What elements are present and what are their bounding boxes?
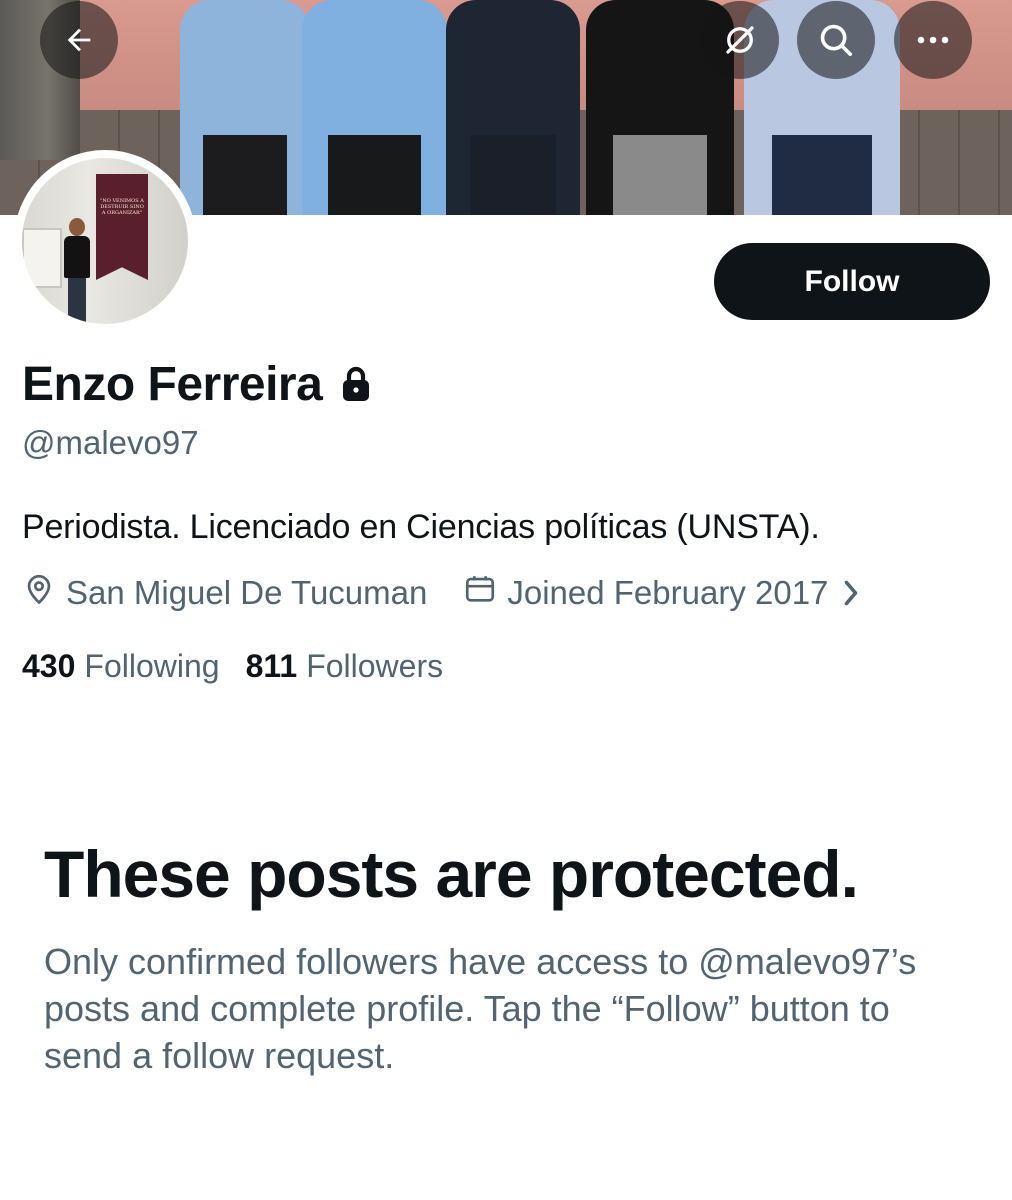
followers-link[interactable]: 811 Followers — [246, 648, 444, 685]
search-icon — [817, 21, 855, 59]
avatar-banner-flag — [96, 174, 148, 280]
avatar-door — [22, 228, 62, 288]
avatar-photo: "NO VENIMOS A DESTRUIR SINO A ORGANIZAR" — [22, 158, 188, 324]
profile-bio: Periodista. Licenciado en Ciencias polít… — [22, 508, 820, 546]
lock-icon — [340, 365, 372, 403]
protected-title: These posts are protected. — [44, 837, 859, 911]
following-count: 430 — [22, 647, 76, 684]
profile-avatar[interactable]: "NO VENIMOS A DESTRUIR SINO A ORGANIZAR" — [14, 150, 196, 332]
joined-item[interactable]: Joined February 2017 — [463, 572, 870, 614]
calendar-icon — [463, 572, 507, 614]
avatar-person — [62, 218, 92, 324]
profile-meta: San Miguel De Tucuman Joined February 20… — [22, 570, 870, 616]
chevron-right-icon — [842, 578, 870, 608]
banner-person — [446, 0, 580, 215]
following-label: Following — [84, 647, 220, 684]
followers-count: 811 — [245, 647, 298, 684]
arrow-left-icon — [62, 23, 96, 57]
more-button[interactable] — [894, 1, 972, 79]
banner-person — [180, 0, 310, 215]
mute-button[interactable] — [701, 1, 779, 79]
following-link[interactable]: 430 Following — [22, 648, 220, 685]
avatar-flag-text: "NO VENIMOS A DESTRUIR SINO A ORGANIZAR" — [100, 198, 144, 216]
location-item: San Miguel De Tucuman — [22, 572, 427, 614]
no-signal-icon — [722, 22, 758, 58]
profile-handle: @malevo97 — [22, 424, 199, 461]
location-pin-icon — [22, 572, 66, 614]
search-button[interactable] — [797, 1, 875, 79]
display-name: Enzo Ferreira — [22, 357, 323, 411]
location-text: San Miguel De Tucuman — [66, 574, 428, 611]
more-icon — [915, 34, 951, 46]
follow-counts: 430 Following 811 Followers — [22, 644, 443, 688]
followers-label: Followers — [306, 647, 444, 684]
follow-button[interactable]: Follow — [714, 243, 990, 320]
protected-body: Only confirmed followers have access to … — [44, 941, 917, 1076]
back-button[interactable] — [40, 1, 118, 79]
name-row: Enzo Ferreira — [22, 352, 372, 416]
banner-person — [302, 0, 447, 215]
joined-text: Joined February 2017 — [507, 574, 829, 611]
